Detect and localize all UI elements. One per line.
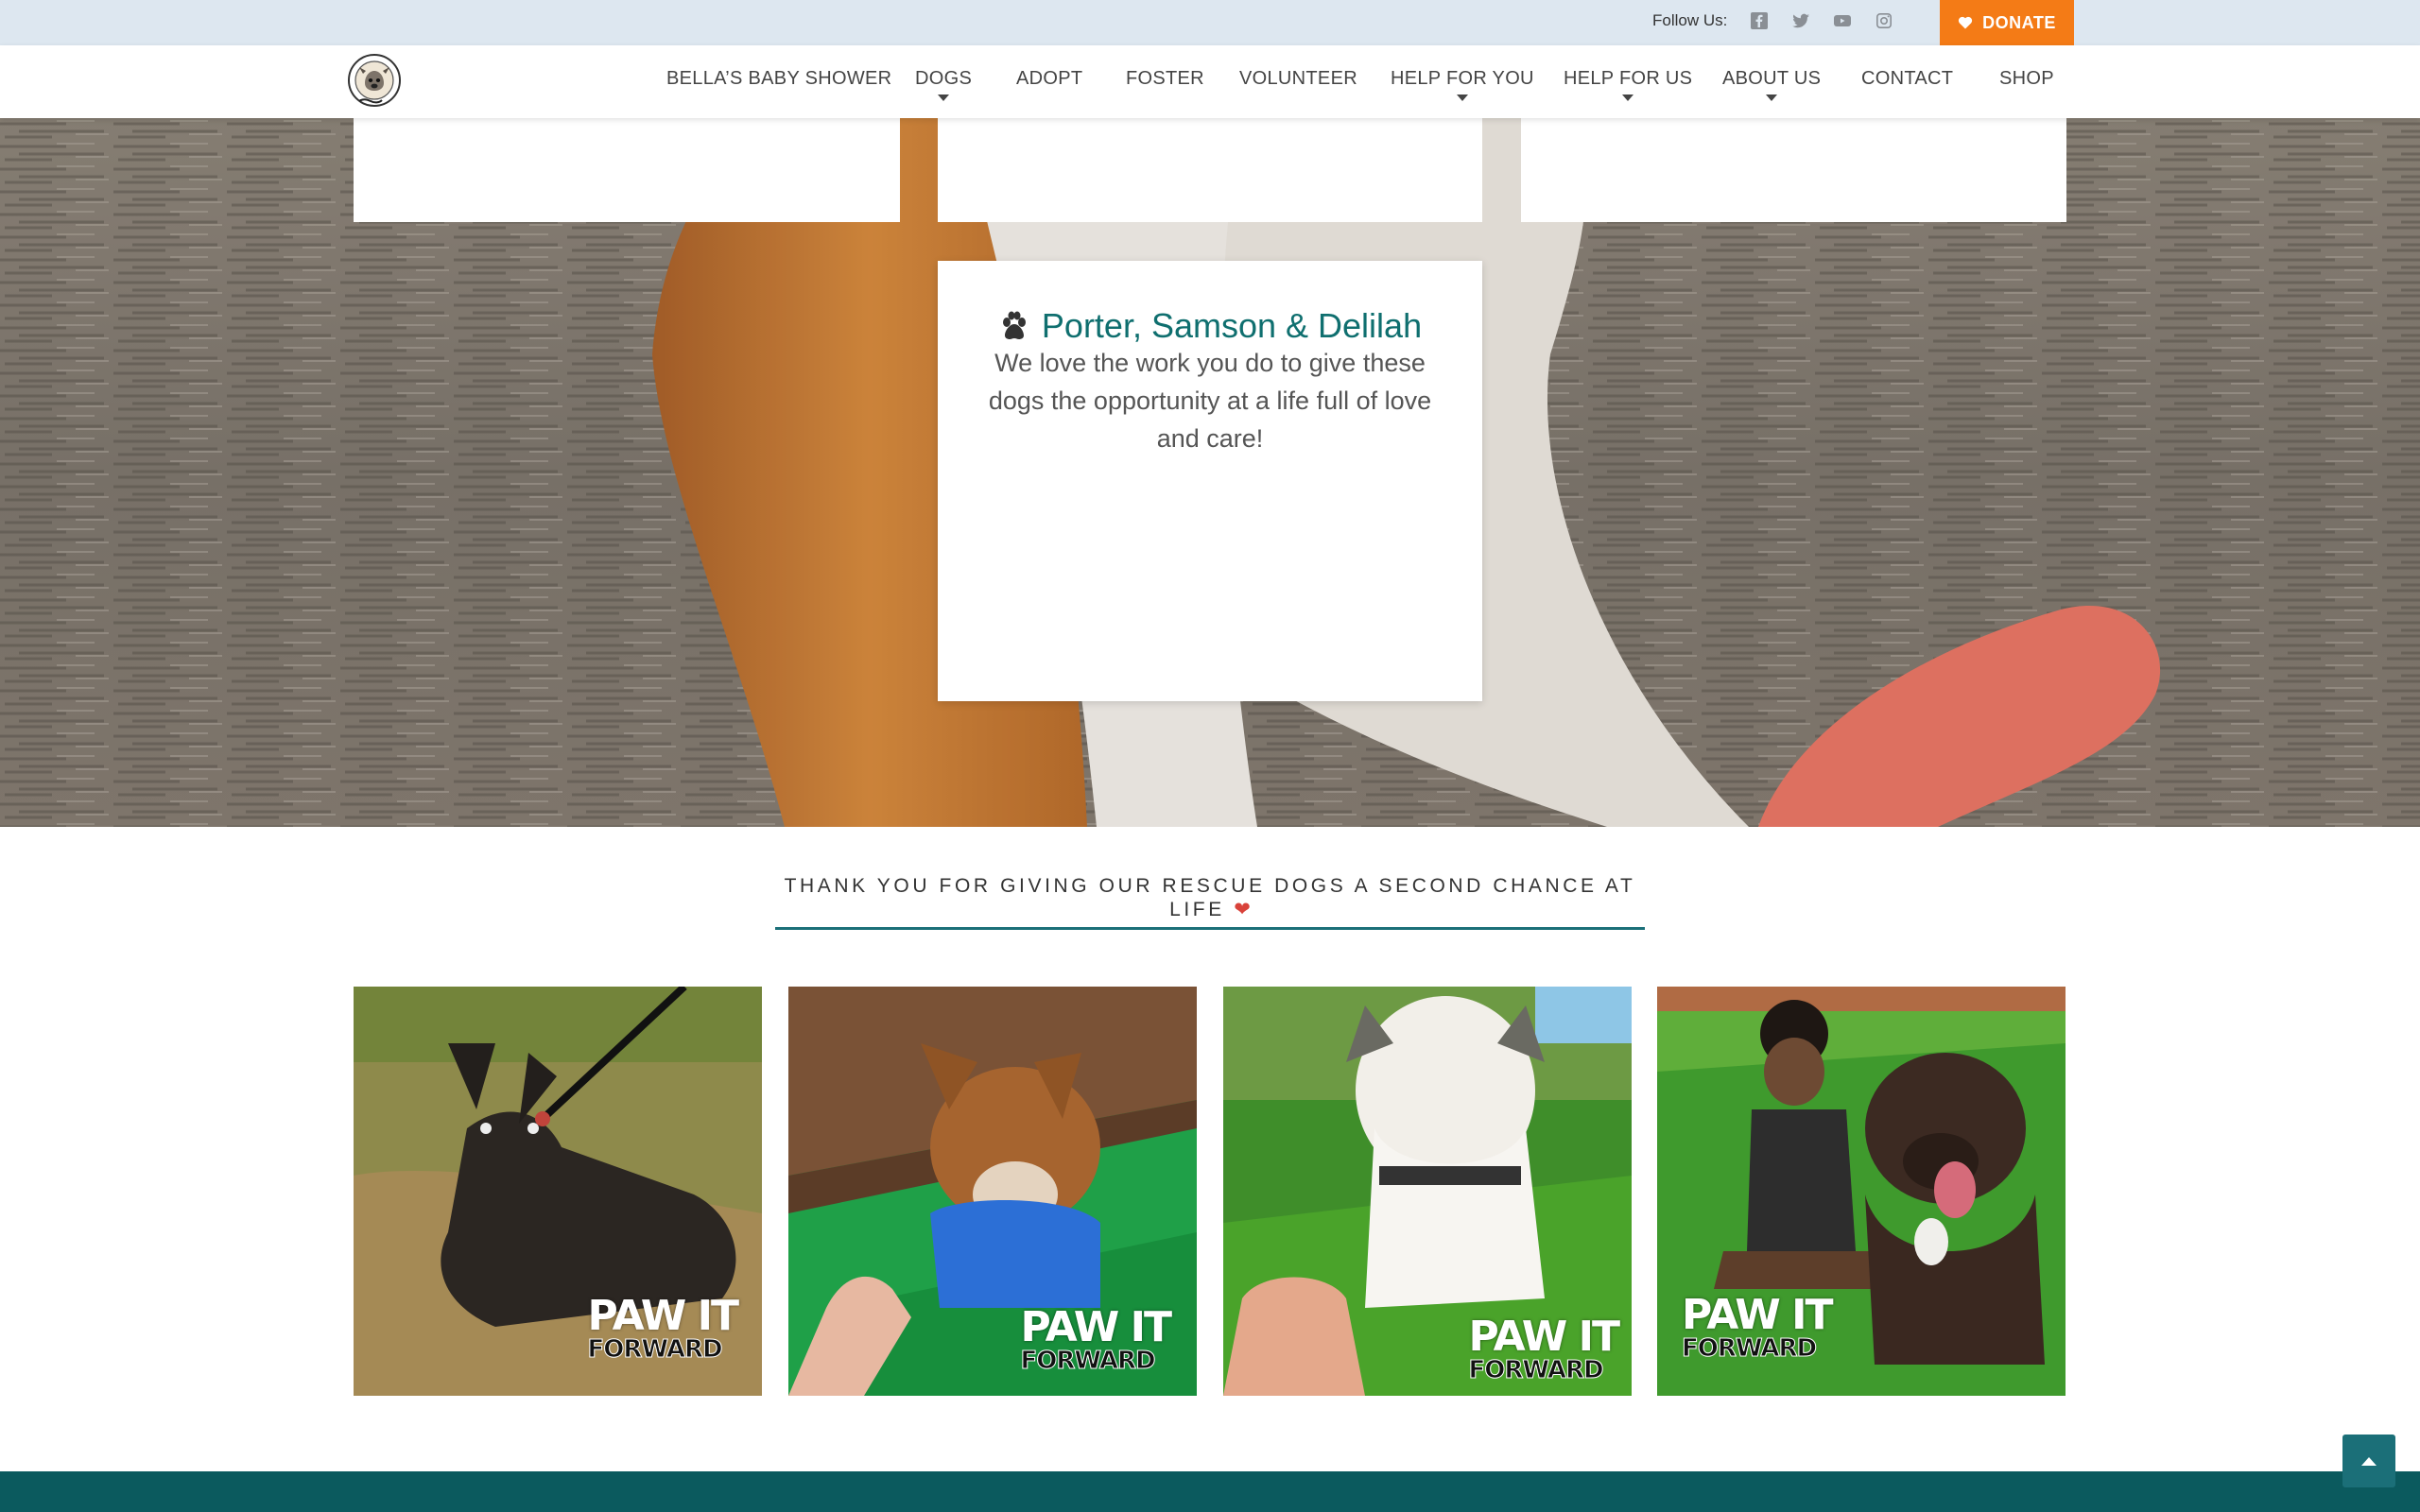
nav-item[interactable]: DOGS <box>915 68 973 101</box>
follow-us-label: Follow Us: <box>1652 11 1728 29</box>
forward-text: FORWARD <box>1468 1356 1604 1384</box>
forward-text: FORWARD <box>587 1335 723 1364</box>
gallery-photo[interactable]: PAW IT FORWARD <box>354 987 762 1396</box>
paw-it-forward-label: PAW IT FORWARD <box>587 1292 739 1364</box>
facebook-icon[interactable] <box>1749 10 1770 31</box>
footer <box>0 1471 2420 1512</box>
nav-item[interactable]: HELP FOR US <box>1564 68 1693 101</box>
nav-item-label: SHOP <box>1999 68 2054 89</box>
paw-it-forward-label: PAW IT FORWARD <box>1682 1291 1834 1363</box>
nav-item-label: ABOUT US <box>1722 68 1822 89</box>
nav-item-label: HELP FOR US <box>1564 68 1693 89</box>
nav-item-label: BELLA’S BABY SHOWER <box>666 68 892 89</box>
top-bar: Follow Us: DONATE <box>0 0 2420 45</box>
nav-item-label: HELP FOR YOU <box>1391 68 1534 89</box>
nav-item[interactable]: BELLA’S BABY SHOWER <box>666 68 891 90</box>
testimonial-card-featured: Porter, Samson & Delilah We love the wor… <box>938 261 1482 701</box>
donate-label: DONATE <box>1982 12 2056 32</box>
nav-item-label: ADOPT <box>1016 68 1083 89</box>
nav-item[interactable]: SHOP <box>1999 68 2054 90</box>
paw-it-text: PAW IT <box>587 1292 739 1340</box>
gallery-photo[interactable]: PAW IT FORWARD <box>1223 987 1632 1396</box>
nav-item[interactable]: VOLUNTEER <box>1239 68 1357 90</box>
nav-item-label: DOGS <box>915 68 973 89</box>
paw-it-text: PAW IT <box>1020 1303 1172 1351</box>
thank-you-text: THANK YOU FOR GIVING OUR RESCUE DOGS A S… <box>784 875 1636 920</box>
nav-item[interactable]: CONTACT <box>1861 68 1953 90</box>
donate-button[interactable]: DONATE <box>1940 0 2074 45</box>
paw-it-forward-label: PAW IT FORWARD <box>1468 1313 1620 1384</box>
chevron-up-icon <box>2361 1456 2377 1466</box>
heart-icon <box>1959 16 1973 29</box>
nav-item[interactable]: ABOUT US <box>1722 68 1822 101</box>
gallery-photo[interactable]: PAW IT FORWARD <box>1657 987 2066 1396</box>
paw-icon <box>1002 311 1026 339</box>
nav-item-label: VOLUNTEER <box>1239 68 1357 89</box>
nav-item[interactable]: FOSTER <box>1126 68 1204 90</box>
forward-text: FORWARD <box>1682 1334 1818 1363</box>
paw-it-forward-label: PAW IT FORWARD <box>1020 1303 1172 1375</box>
twitter-icon[interactable] <box>1790 10 1811 31</box>
thank-you-heading: THANK YOU FOR GIVING OUR RESCUE DOGS A S… <box>775 875 1645 921</box>
site-logo[interactable] <box>348 51 401 110</box>
testimonial-title: Porter, Samson & Delilah <box>938 306 1482 346</box>
heart-icon: ❤ <box>1234 899 1251 920</box>
nav-item[interactable]: ADOPT <box>1016 68 1082 90</box>
instagram-icon[interactable] <box>1874 10 1894 31</box>
paw-it-text: PAW IT <box>1468 1313 1620 1361</box>
testimonial-text: We love the work you do to give these do… <box>988 349 1432 453</box>
testimonial-card <box>354 118 900 222</box>
nav-item[interactable]: HELP FOR YOU <box>1391 68 1534 101</box>
gallery-photo[interactable]: PAW IT FORWARD <box>788 987 1197 1396</box>
testimonial-card <box>938 118 1482 222</box>
testimonial-author: Porter, Samson & Delilah <box>1041 306 1423 345</box>
forward-text: FORWARD <box>1020 1347 1156 1375</box>
back-to-top-button[interactable] <box>2342 1435 2395 1487</box>
chevron-down-icon <box>1457 94 1468 101</box>
chevron-down-icon <box>1766 94 1777 101</box>
chevron-down-icon <box>1622 94 1634 101</box>
heading-underline <box>775 927 1645 930</box>
nav-item-label: CONTACT <box>1861 68 1954 89</box>
paw-it-text: PAW IT <box>1682 1291 1834 1339</box>
testimonial-card <box>1521 118 2066 222</box>
nav-item-label: FOSTER <box>1126 68 1204 89</box>
youtube-icon[interactable] <box>1832 10 1853 31</box>
chevron-down-icon <box>938 94 949 101</box>
